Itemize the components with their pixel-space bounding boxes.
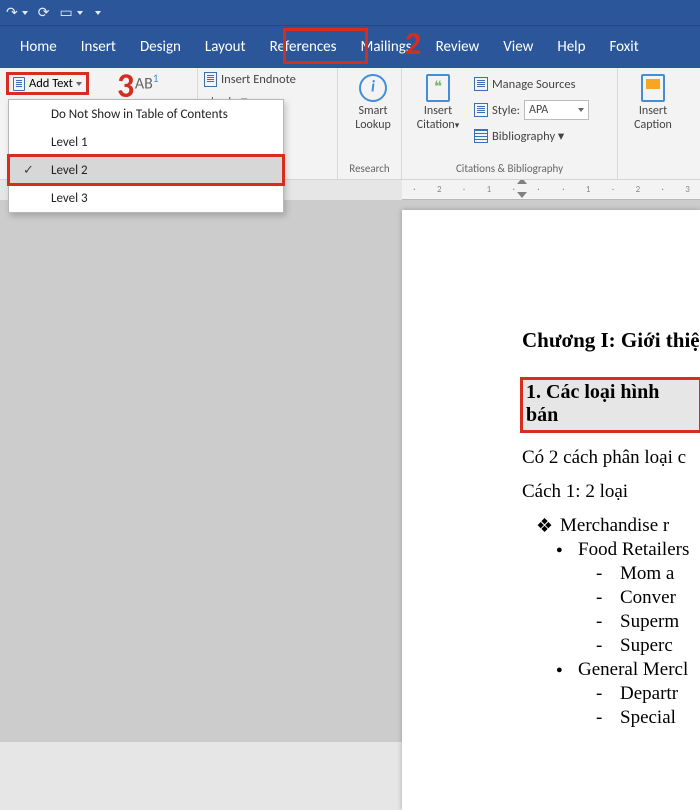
citation-icon: [426, 74, 450, 102]
tab-help[interactable]: Help: [545, 26, 597, 68]
dropdown-item-no-show[interactable]: Do Not Show in Table of Contents: [9, 100, 283, 128]
style-label: Style:: [492, 103, 520, 118]
list-item: General Mercl: [578, 659, 700, 681]
tab-foxit[interactable]: Foxit: [597, 26, 650, 68]
style-select[interactable]: APA: [524, 100, 589, 120]
dropdown-item-level-2[interactable]: Level 2: [9, 156, 283, 184]
manage-sources-button[interactable]: Manage Sources: [474, 72, 589, 96]
add-text-button[interactable]: Add Text: [6, 72, 89, 95]
style-icon: [474, 103, 488, 117]
document-icon: [13, 77, 25, 91]
tab-home[interactable]: Home: [8, 26, 69, 68]
tab-insert[interactable]: Insert: [69, 26, 128, 68]
group-label-citations: Citations & Bibliography: [408, 162, 611, 179]
qat-item[interactable]: ▭: [59, 4, 82, 21]
indent-marker-bottom-icon[interactable]: [517, 192, 527, 198]
tab-mailings[interactable]: Mailings: [349, 26, 424, 68]
document-canvas: Chương I: Giới thiệ 1. Các loại hình bán…: [0, 200, 700, 742]
dropdown-item-level-3[interactable]: Level 3: [9, 184, 283, 212]
paragraph: Có 2 cách phân loại c: [522, 447, 700, 469]
style-row: Style: APA: [474, 98, 589, 122]
group-captions: InsertCaption: [618, 68, 684, 179]
tab-references[interactable]: References: [258, 26, 349, 68]
caption-icon: [641, 74, 665, 102]
list-item: Food Retailers: [578, 539, 700, 561]
paragraph: Cách 1: 2 loại: [522, 481, 700, 503]
list-item: Mom a: [620, 563, 700, 585]
group-label: [624, 162, 678, 179]
list-item: Special: [620, 707, 700, 729]
list-item: Superm: [620, 611, 700, 633]
tab-label: View: [503, 38, 533, 56]
endnote-icon: [204, 72, 217, 87]
tab-label: Mailings: [361, 38, 412, 56]
list-item: Conver: [620, 587, 700, 609]
ribbon-tabs: Home Insert Design Layout References Mai…: [0, 26, 700, 68]
selected-heading-text: 1. Các loại hình bán: [526, 381, 659, 426]
insert-endnote-label: Insert Endnote: [221, 72, 296, 87]
list-item: Superc: [620, 635, 700, 657]
manage-sources-label: Manage Sources: [492, 77, 576, 92]
dropdown-item-label: Do Not Show in Table of Contents: [51, 107, 228, 122]
insert-endnote-button[interactable]: Insert Endnote: [204, 72, 331, 87]
insert-citation-button[interactable]: InsertCitation▾: [408, 72, 468, 133]
document-page[interactable]: Chương I: Giới thiệ 1. Các loại hình bán…: [402, 210, 700, 810]
tab-label: Review: [436, 38, 480, 56]
insert-caption-button[interactable]: InsertCaption: [624, 72, 682, 132]
list-item: Merchandise r: [560, 515, 700, 537]
group-research: SmartLookup Research: [338, 68, 402, 179]
add-text-dropdown: Do Not Show in Table of Contents Level 1…: [8, 99, 284, 213]
smart-lookup-button[interactable]: SmartLookup: [344, 72, 402, 132]
indent-marker-top-icon[interactable]: [517, 180, 527, 184]
dropdown-item-label: Level 1: [51, 135, 88, 150]
horizontal-ruler[interactable]: ·2·1···1·2·3: [402, 180, 700, 200]
group-citations: InsertCitation▾ Manage Sources Style: AP…: [402, 68, 618, 179]
tab-view[interactable]: View: [491, 26, 545, 68]
group-label-research: Research: [344, 162, 395, 179]
add-text-label: Add Text: [29, 76, 73, 91]
tab-label: Help: [557, 38, 585, 56]
tab-label: Insert: [81, 38, 116, 56]
bibliography-label: Bibliography ▾: [492, 128, 564, 144]
list-item: Departr: [620, 683, 700, 705]
insert-footnote-button[interactable]: AB1: [129, 72, 159, 93]
dropdown-item-level-1[interactable]: Level 1: [9, 128, 283, 156]
qat-customize-icon[interactable]: [93, 11, 101, 15]
qat-undo-icon[interactable]: ↷: [6, 4, 28, 21]
selected-heading[interactable]: 1. Các loại hình bán: [522, 379, 700, 431]
tab-label: Design: [140, 38, 181, 56]
tab-label: Home: [20, 38, 57, 56]
insert-caption-label: InsertCaption: [634, 104, 672, 132]
sources-icon: [474, 77, 488, 91]
smart-lookup-label: SmartLookup: [355, 104, 391, 132]
tab-label: Foxit: [609, 38, 638, 56]
quick-access-toolbar: ↷ ⟳ ▭: [0, 0, 700, 26]
chevron-down-icon: [76, 82, 82, 86]
dropdown-item-label: Level 3: [51, 191, 88, 206]
dropdown-item-label: Level 2: [51, 163, 88, 178]
lookup-icon: [359, 74, 387, 102]
bibliography-button[interactable]: Bibliography ▾: [474, 124, 589, 148]
tab-label: Layout: [205, 38, 246, 56]
tab-label: References: [270, 38, 337, 56]
bibliography-icon: [474, 129, 488, 143]
qat-redo-icon[interactable]: ⟳: [38, 4, 50, 21]
chapter-heading: Chương I: Giới thiệ: [522, 328, 700, 353]
tab-layout[interactable]: Layout: [193, 26, 258, 68]
style-value: APA: [529, 103, 548, 117]
tab-review[interactable]: Review: [424, 26, 492, 68]
tab-design[interactable]: Design: [128, 26, 193, 68]
insert-citation-label: InsertCitation▾: [417, 104, 460, 133]
